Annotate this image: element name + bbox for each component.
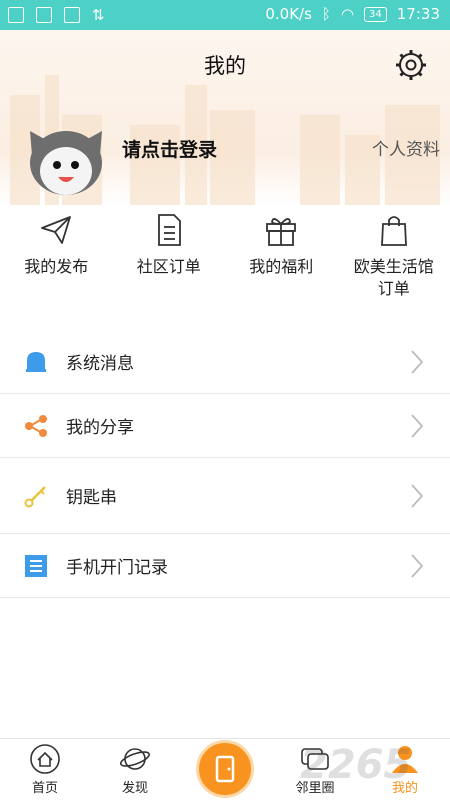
- quick-actions: 我的发布 社区订单 我的福利 欧美生活馆 订单: [0, 212, 450, 322]
- chevron-right-icon: [411, 553, 424, 578]
- usb-icon: ⇅: [92, 6, 105, 24]
- list-item-my-shares[interactable]: 我的分享: [0, 394, 450, 458]
- login-prompt[interactable]: 请点击登录: [122, 135, 217, 162]
- gear-icon[interactable]: [394, 48, 428, 82]
- chevron-right-icon: [411, 413, 424, 438]
- list-item-label: 钥匙串: [66, 488, 117, 508]
- bluetooth-icon: ᛒ: [321, 5, 331, 23]
- image-icon: [36, 7, 52, 23]
- action-label: 我的发布: [24, 257, 89, 276]
- action-label: 我的福利: [249, 257, 314, 276]
- avatar[interactable]: [26, 125, 106, 200]
- chevron-right-icon: [411, 483, 424, 508]
- action-label: 欧美生活馆 订单: [353, 257, 434, 298]
- document-icon: [157, 214, 181, 246]
- wifi-icon: ◠: [340, 5, 355, 23]
- home-icon: [30, 744, 60, 774]
- action-my-posts[interactable]: 我的发布: [0, 212, 113, 322]
- planet-icon: [120, 748, 150, 770]
- tab-label: 发现: [121, 781, 148, 796]
- battery-indicator: 34: [364, 6, 387, 22]
- share-icon: [24, 414, 48, 438]
- action-my-benefits[interactable]: 我的福利: [225, 212, 338, 322]
- door-icon: [215, 755, 235, 783]
- list-item-label: 系统消息: [66, 354, 134, 374]
- clock: 17:33: [396, 5, 440, 23]
- list-item-label: 手机开门记录: [66, 558, 168, 578]
- tab-home[interactable]: 首页: [0, 739, 90, 800]
- profile-link[interactable]: 个人资料: [372, 135, 440, 160]
- chevron-right-icon: [411, 349, 424, 374]
- keyboard-icon: [64, 7, 80, 23]
- status-bar: ⇅ 0.0K/s ᛒ ◠ 34 17:33: [0, 0, 450, 30]
- tab-label: 首页: [31, 781, 58, 796]
- list-item-system-messages[interactable]: 系统消息: [0, 330, 450, 394]
- open-door-button[interactable]: [196, 740, 254, 798]
- action-label: 社区订单: [136, 257, 201, 276]
- network-speed: 0.0K/s: [265, 5, 312, 23]
- list-item-door-records[interactable]: 手机开门记录: [0, 534, 450, 598]
- tab-discover[interactable]: 发现: [90, 739, 180, 800]
- list-item-keychain[interactable]: 钥匙串: [0, 458, 450, 534]
- notification-icon: [8, 7, 24, 23]
- bell-icon: [24, 350, 48, 374]
- shopping-bag-icon: [380, 216, 407, 246]
- paper-plane-icon: [41, 216, 72, 244]
- key-icon: [24, 484, 48, 508]
- settings-list: 系统消息 我的分享 钥匙串 手机开门记录: [0, 330, 450, 598]
- list-item-label: 我的分享: [66, 418, 134, 438]
- action-lifestyle-orders[interactable]: 欧美生活馆 订单: [338, 212, 450, 322]
- list-icon: [24, 554, 48, 578]
- action-community-orders[interactable]: 社区订单: [113, 212, 226, 322]
- profile-header: 我的 请点击登录 个人资料: [0, 30, 450, 205]
- page-title: 我的: [204, 54, 246, 78]
- watermark: 2265: [300, 742, 412, 788]
- gift-icon: [266, 218, 297, 246]
